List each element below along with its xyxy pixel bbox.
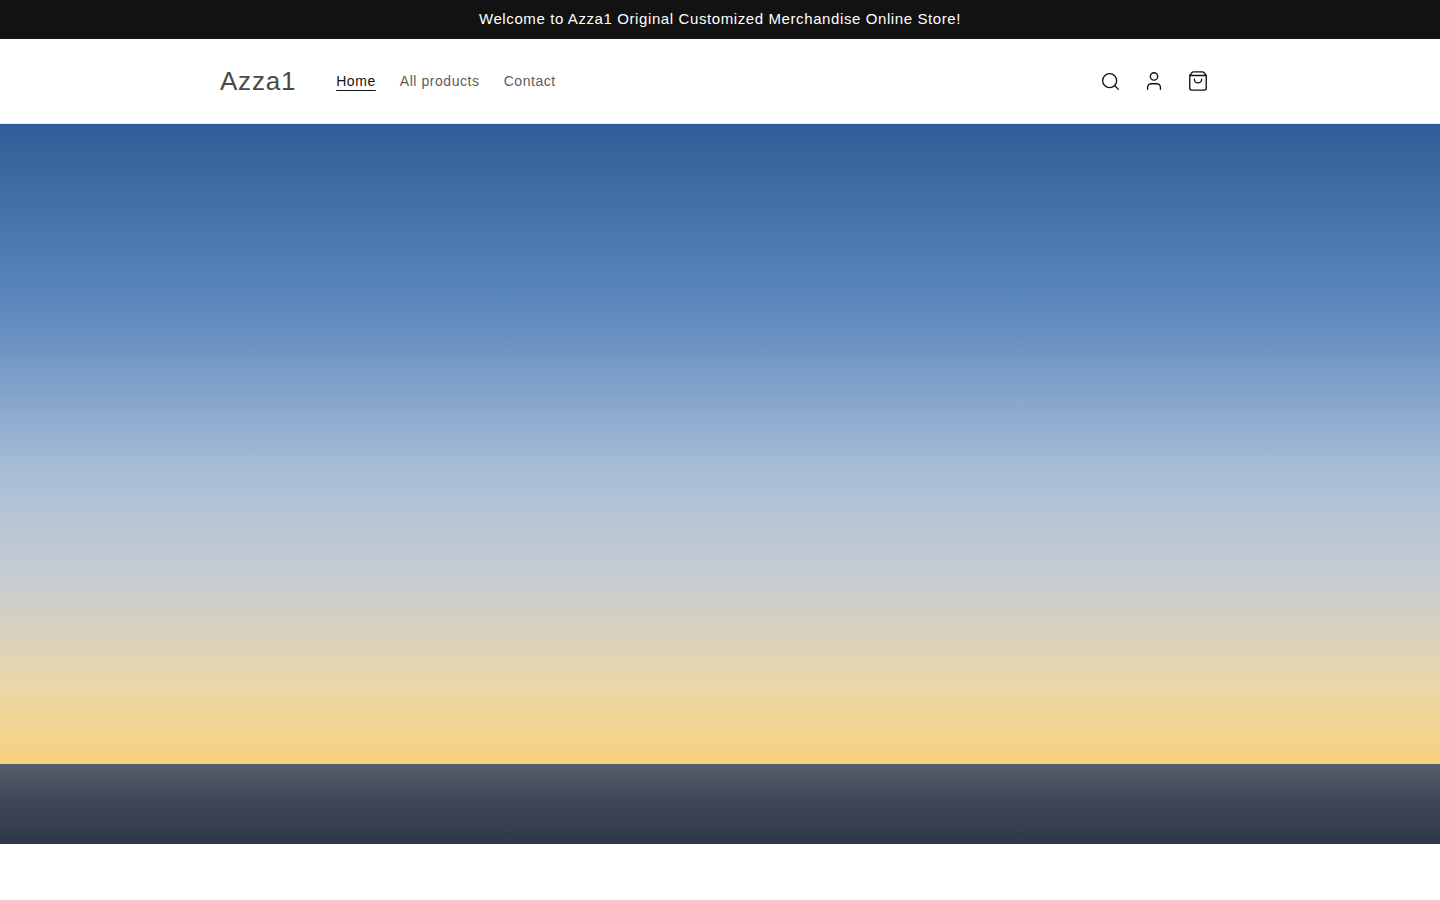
hero-sky — [0, 124, 1440, 764]
nav-link[interactable]: Home — [336, 71, 376, 92]
store-logo[interactable]: Azza1 — [220, 62, 296, 101]
nav-link[interactable]: All products — [400, 71, 480, 92]
search-button[interactable] — [1088, 59, 1132, 103]
main-nav: Home All products Contact — [336, 71, 556, 92]
announcement-bar: Welcome to Azza1 Original Customized Mer… — [0, 0, 1440, 39]
hero-banner — [0, 124, 1440, 844]
search-icon — [1100, 71, 1121, 92]
hero-sea — [0, 764, 1440, 844]
account-icon — [1143, 70, 1165, 92]
site-header: Azza1 Home All products Contact — [0, 39, 1440, 124]
announcement-text: Welcome to Azza1 Original Customized Mer… — [479, 8, 961, 31]
cart-button[interactable] — [1176, 59, 1220, 103]
nav-link[interactable]: Contact — [504, 71, 556, 92]
store-page: Welcome to Azza1 Original Customized Mer… — [0, 0, 1440, 900]
account-button[interactable] — [1132, 59, 1176, 103]
cart-icon — [1187, 70, 1209, 92]
